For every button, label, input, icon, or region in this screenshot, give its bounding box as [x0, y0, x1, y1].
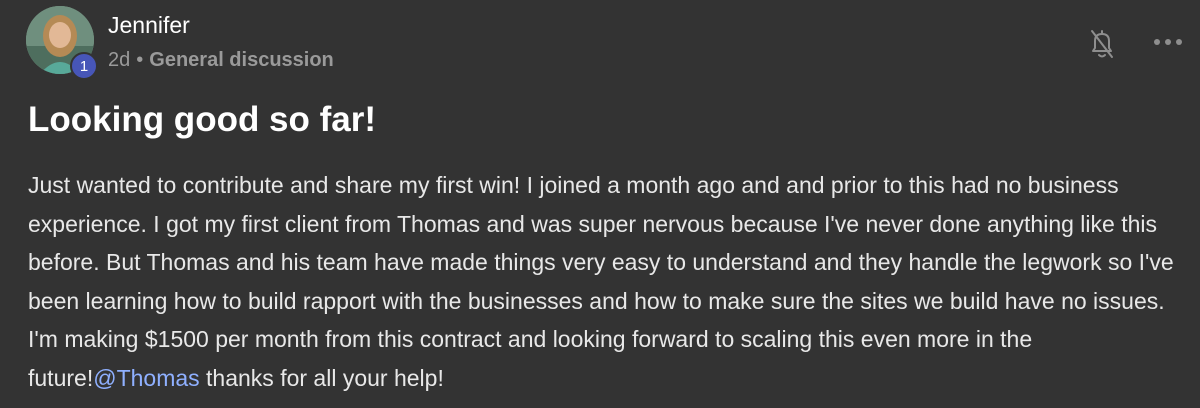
meta-separator: • — [136, 49, 144, 71]
post-category[interactable]: General discussion — [149, 49, 334, 72]
more-options-button[interactable] — [1148, 28, 1188, 56]
post-body-text: Just wanted to contribute and share my f… — [28, 172, 1174, 391]
level-badge: 1 — [70, 52, 98, 80]
notification-toggle-button[interactable] — [1084, 24, 1120, 64]
post-card: 1 Jennifer 2d • General discussion Looki… — [0, 0, 1200, 408]
author-avatar-wrapper[interactable]: 1 — [26, 6, 98, 80]
bell-off-icon — [1091, 30, 1113, 58]
more-horizontal-icon — [1154, 39, 1182, 45]
user-mention-link[interactable]: @Thomas — [93, 365, 199, 391]
post-body: Just wanted to contribute and share my f… — [28, 166, 1188, 397]
author-name[interactable]: Jennifer — [108, 12, 190, 39]
post-title: Looking good so far! — [28, 100, 377, 139]
post-meta: 2d • General discussion — [108, 49, 334, 72]
post-time: 2d — [108, 49, 131, 71]
post-body-text-end: thanks for all your help! — [199, 364, 444, 391]
